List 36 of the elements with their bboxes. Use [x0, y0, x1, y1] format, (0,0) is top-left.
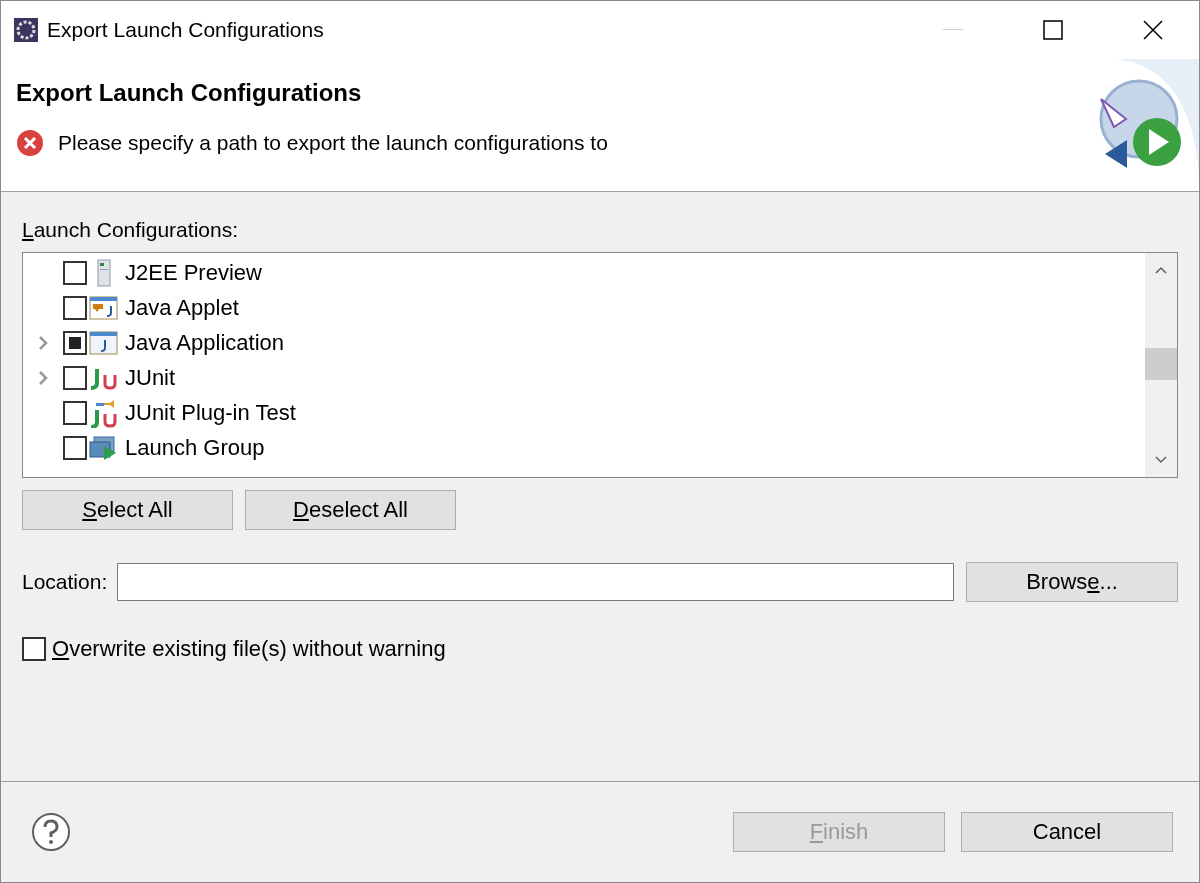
tree-item[interactable]: Java Applet	[125, 294, 239, 321]
applet-icon	[89, 294, 119, 321]
tree-item[interactable]: JUnit Plug-in Test	[125, 399, 296, 426]
tree-item[interactable]: Launch Group	[125, 434, 265, 461]
checkbox[interactable]	[63, 330, 87, 355]
tree-item[interactable]: J2EE Preview	[125, 259, 262, 286]
error-message: Please specify a path to export the launch configurations to	[58, 131, 608, 155]
selection-button[interactable]: Select All	[22, 490, 233, 530]
application-window-icon	[89, 329, 119, 356]
error-icon	[16, 129, 44, 157]
browse-button[interactable]: Browse...	[966, 562, 1178, 602]
maximize-icon[interactable]	[1043, 20, 1063, 40]
checkbox[interactable]	[63, 400, 87, 425]
location-label: Location:	[22, 570, 108, 594]
close-icon[interactable]	[1143, 20, 1163, 40]
chevron-icon[interactable]	[38, 369, 48, 386]
checkbox[interactable]	[63, 260, 87, 285]
junit-plugin-icon	[88, 397, 120, 428]
overwrite-label[interactable]: Overwrite existing file(s) without warning	[52, 636, 446, 662]
app-icon	[13, 17, 39, 43]
dialog-button[interactable]: Cancel	[961, 812, 1173, 852]
help-icon[interactable]	[31, 812, 71, 852]
checkbox[interactable]	[22, 637, 46, 661]
selection-button[interactable]: Deselect All	[245, 490, 456, 530]
location-field[interactable]	[117, 563, 954, 601]
checkbox[interactable]	[63, 435, 87, 460]
tree-label: Launch Configurations:	[22, 218, 239, 242]
tree-item[interactable]: Java Application	[125, 329, 284, 356]
tree-item[interactable]: JUnit	[125, 364, 176, 391]
page-title: Export Launch Configurations	[16, 79, 363, 107]
scroll-thumb[interactable]	[1145, 348, 1177, 380]
checkbox[interactable]	[63, 295, 87, 320]
checkbox[interactable]	[63, 365, 87, 390]
scrollbar[interactable]	[1145, 253, 1177, 477]
window-title: Export Launch Configurations	[47, 18, 325, 42]
chevron-icon[interactable]	[38, 334, 48, 351]
